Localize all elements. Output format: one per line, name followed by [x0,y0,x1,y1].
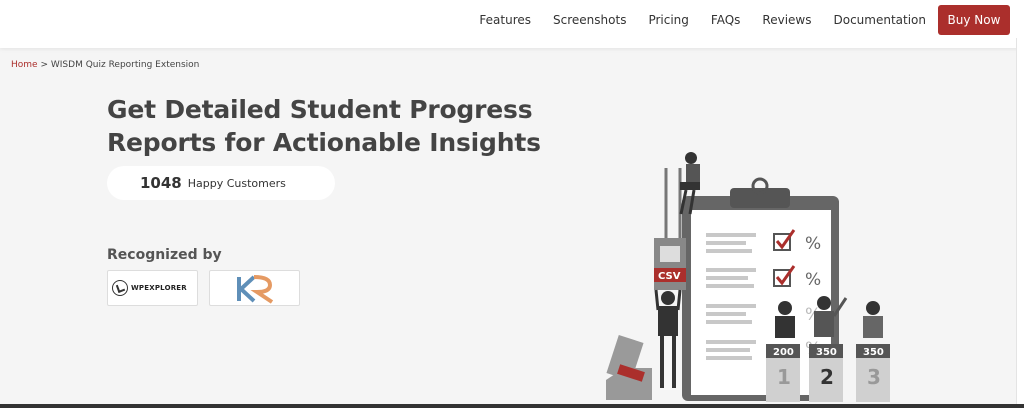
score-first: 200 [773,347,794,358]
rank-first: 1 [777,365,791,389]
kr-logo[interactable]: KR [209,270,300,306]
score-second: 350 [816,347,837,358]
score-third: 350 [863,347,884,358]
breadcrumb-separator: > [40,60,48,70]
wpexplorer-logo-text: WPEXPLORER [131,284,187,292]
nav-faqs[interactable]: FAQs [711,13,741,27]
customers-badge: 1048 Happy Customers [107,166,335,200]
rank-second: 2 [820,365,834,389]
csv-label: CSV [658,271,681,282]
percent-glyph-2: % [805,270,821,290]
scrollbar[interactable] [1016,38,1024,408]
kr-logo-icon: KR [237,275,274,304]
buy-now-button[interactable]: Buy Now [938,5,1010,35]
customers-label: Happy Customers [187,176,286,190]
nav-documentation[interactable]: Documentation [833,13,926,27]
recognized-by-heading: Recognized by [107,247,222,263]
nav-pricing[interactable]: Pricing [648,13,688,27]
rank-third: 3 [867,365,881,389]
nav-reviews[interactable]: Reviews [762,13,811,27]
wpexplorer-mark-icon [112,280,128,296]
top-navbar: Features Screenshots Pricing FAQs Review… [0,0,1024,48]
wpexplorer-logo[interactable]: WPEXPLORER [107,270,198,306]
hero-illustration: % % % % CSV [596,148,896,408]
bottom-divider [0,404,1024,408]
nav-screenshots[interactable]: Screenshots [553,13,626,27]
nav-features[interactable]: Features [479,13,531,27]
percent-glyph-1: % [805,234,821,254]
breadcrumb: Home > WISDM Quiz Reporting Extension [11,60,199,70]
customers-count: 1048 [140,174,182,192]
hero-title: Get Detailed Student Progress Reports fo… [107,95,541,157]
breadcrumb-current: WISDM Quiz Reporting Extension [50,60,200,70]
quiz-report-illustration: % % % % CSV [606,152,890,402]
main-nav: Features Screenshots Pricing FAQs Review… [457,5,1010,35]
breadcrumb-home-link[interactable]: Home [11,60,38,70]
